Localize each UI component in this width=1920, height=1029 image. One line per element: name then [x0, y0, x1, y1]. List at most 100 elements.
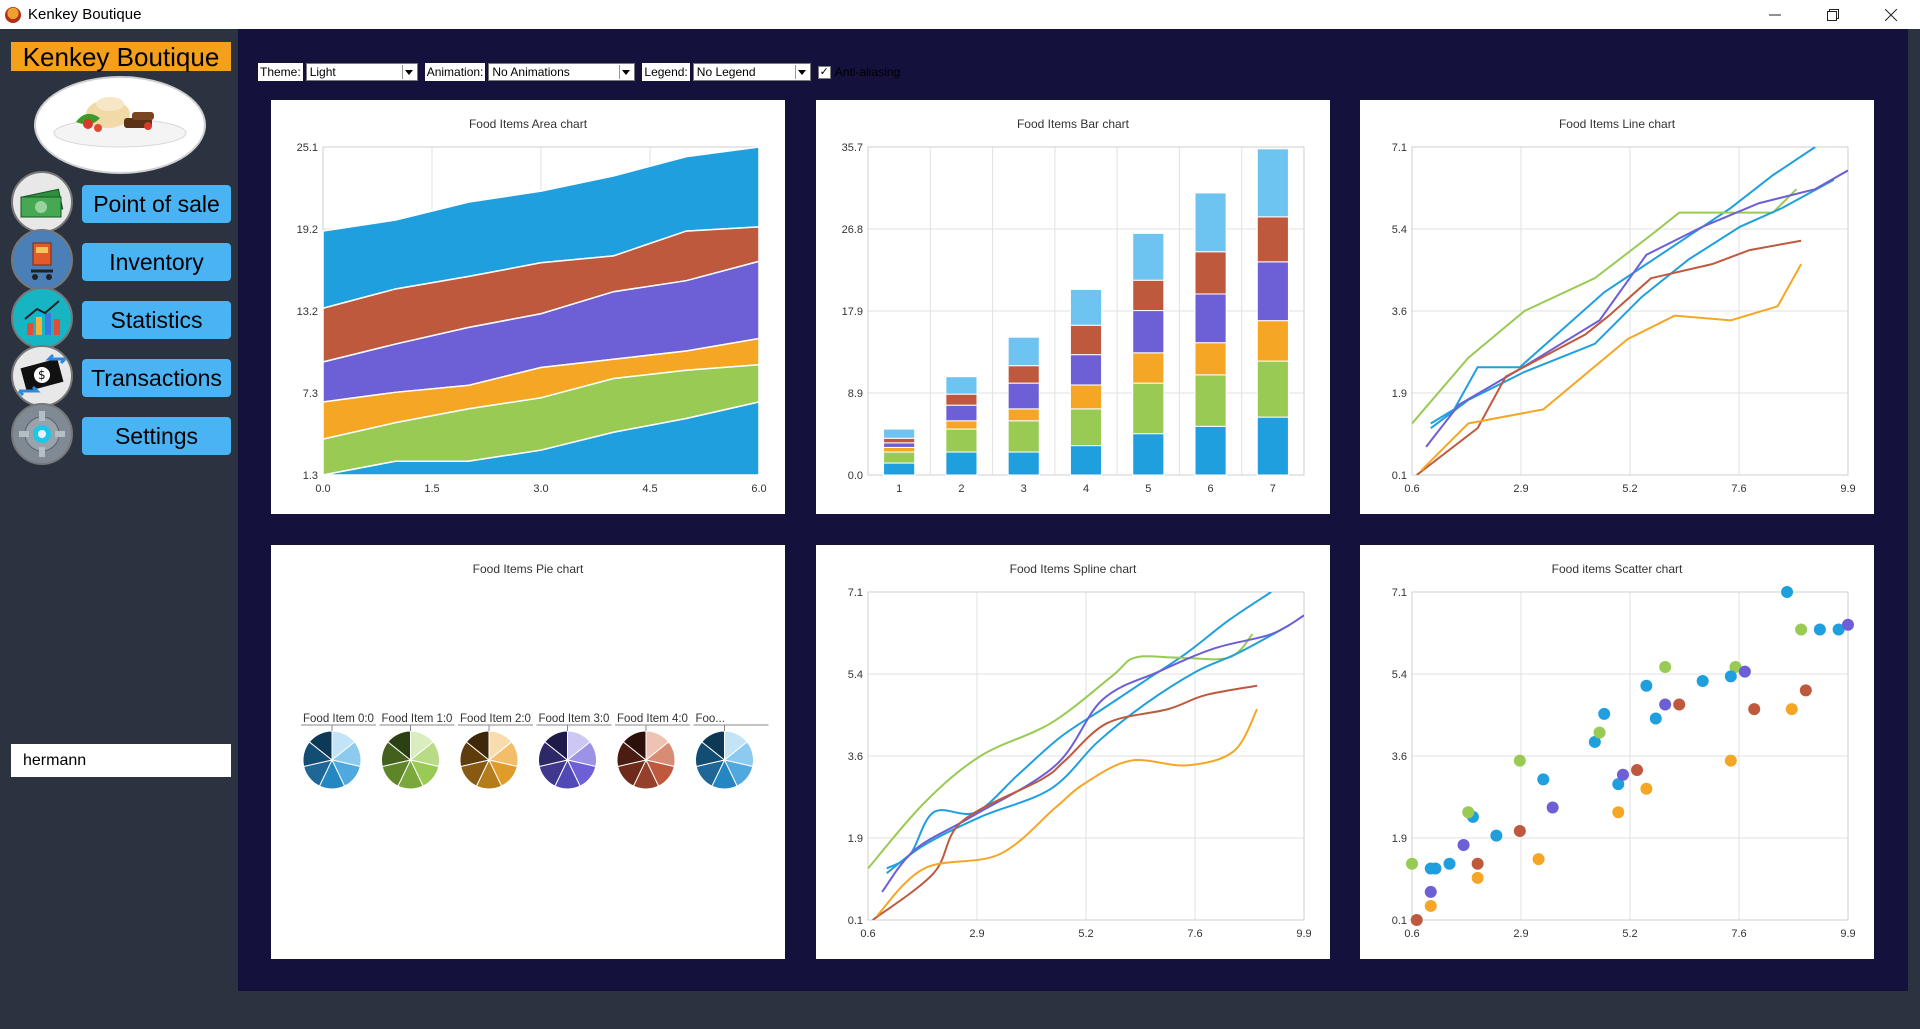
- x-tick-label: 0.0: [315, 483, 330, 495]
- scatter-point: [1457, 839, 1470, 852]
- bar-chart-panel: Food Items Bar chart 0.0 8.9 17.9 26.8 35.7 1 2…: [816, 100, 1330, 514]
- window-title: Kenkey Boutique: [28, 6, 142, 23]
- bar-segment: [883, 428, 916, 439]
- minimize-icon: [1769, 14, 1781, 15]
- y-tick-label: 5.4: [848, 669, 863, 681]
- line-series: [1430, 147, 1816, 425]
- window-controls: [1746, 0, 1920, 29]
- x-tick-label: 2.9: [969, 928, 984, 940]
- x-tick-label: 0.6: [860, 928, 875, 940]
- scatter-point: [1424, 885, 1437, 898]
- scatter-point: [1513, 824, 1526, 837]
- theme-select-value: Light: [309, 65, 336, 79]
- nav-label-inventory: Inventory: [82, 243, 231, 281]
- scatter-point: [1813, 623, 1826, 636]
- bar-segment: [1069, 384, 1103, 410]
- bar-segment: [1194, 425, 1227, 476]
- bar-segment: [945, 428, 978, 453]
- pie-label: Food Item 2:0: [460, 713, 531, 725]
- nav-settings[interactable]: Settings: [11, 403, 231, 465]
- legend-select-value: No Legend: [696, 65, 756, 79]
- x-tick-label: 7: [1270, 483, 1276, 495]
- x-tick-label: 9.9: [1296, 928, 1311, 940]
- bar-segment: [945, 393, 978, 406]
- y-tick-label: 1.9: [1392, 833, 1407, 845]
- y-tick-label: 7.1: [1392, 142, 1407, 154]
- theme-select[interactable]: Light: [305, 63, 418, 81]
- y-tick-label: 0.1: [848, 915, 863, 927]
- close-button[interactable]: [1862, 0, 1920, 29]
- bar-segment: [1194, 342, 1227, 376]
- x-tick-label: 3: [1021, 483, 1027, 495]
- nav-point-of-sale[interactable]: Point of sale: [11, 171, 231, 233]
- scatter-point: [1738, 665, 1751, 678]
- bar-chart: Food Items Bar chart 0.0 8.9 17.9 26.8 35.7 1 2…: [842, 117, 1305, 495]
- bar-segment: [1132, 382, 1165, 435]
- bar-segment: [1194, 293, 1227, 344]
- food-plate-logo: [34, 76, 206, 174]
- restore-icon: [1827, 8, 1839, 21]
- y-tick-label: 7.3: [303, 388, 318, 400]
- brand-title: Kenkey Boutique: [11, 42, 231, 72]
- pie-label: Foo...: [696, 713, 725, 725]
- animation-select[interactable]: No Animations: [488, 63, 636, 81]
- bar-segment: [1256, 216, 1289, 263]
- bar-segment: [1132, 232, 1165, 281]
- x-tick-label: 1.5: [424, 483, 439, 495]
- x-tick-label: 2.9: [1513, 483, 1528, 495]
- bar-segment: [1194, 374, 1227, 427]
- scatter-point: [1799, 684, 1812, 697]
- chart-title: Food Items Spline chart: [1010, 562, 1137, 576]
- nav-transactions[interactable]: $ Transactions: [11, 345, 231, 407]
- scatter-point: [1443, 857, 1456, 870]
- bar-segment: [1069, 408, 1103, 447]
- animation-label: Animation:: [424, 63, 486, 81]
- restore-button[interactable]: [1804, 0, 1862, 29]
- scatter-point: [1724, 670, 1737, 683]
- scatter-point: [1471, 871, 1484, 884]
- scatter-point: [1659, 698, 1672, 711]
- bar-segment: [1069, 288, 1103, 326]
- bar-segment: [1007, 382, 1040, 410]
- scatter-point: [1410, 914, 1423, 926]
- sidebar: Kenkey Boutique Point of sale Inventory …: [0, 29, 236, 1029]
- line-series: [1416, 239, 1802, 475]
- scatter-point: [1471, 857, 1484, 870]
- scatter-point: [1462, 806, 1475, 819]
- charts-area: Theme: Light Animation: No Animations Le…: [238, 29, 1908, 991]
- x-tick-label: 9.9: [1840, 928, 1855, 940]
- y-tick-label: 1.9: [1392, 388, 1407, 400]
- line-series: [886, 623, 1291, 874]
- bar-segment: [1007, 365, 1040, 384]
- status-strip: [238, 991, 1920, 1029]
- minimize-button[interactable]: [1746, 0, 1804, 29]
- x-tick-label: 4.5: [642, 483, 657, 495]
- money-icon: [11, 171, 73, 233]
- legend-label: Legend:: [642, 63, 690, 81]
- y-tick-label: 5.4: [1392, 224, 1407, 236]
- chart-title: Food Items Bar chart: [1017, 117, 1130, 131]
- scatter-point: [1696, 675, 1709, 688]
- transfer-icon: $: [11, 345, 73, 407]
- antialias-checkbox[interactable]: ✓: [817, 65, 831, 79]
- scatter-point: [1795, 623, 1808, 636]
- x-tick-label: 5: [1145, 483, 1151, 495]
- area-chart-panel: Food Items Area chart 1.3 7.3 13.2 19.2 25.1 0…: [271, 100, 785, 514]
- legend-select[interactable]: No Legend: [692, 63, 811, 81]
- bar-segment: [883, 451, 916, 464]
- x-tick-label: 9.9: [1840, 483, 1855, 495]
- chart-title: Food Items Pie chart: [473, 562, 584, 576]
- nav-statistics[interactable]: Statistics: [11, 287, 231, 349]
- username-field[interactable]: [11, 744, 231, 777]
- bar-segment: [1132, 279, 1165, 312]
- cart-icon: [11, 229, 73, 291]
- scatter-point: [1785, 703, 1798, 716]
- scatter-point: [1631, 764, 1644, 777]
- x-tick-label: 5.2: [1622, 928, 1637, 940]
- y-tick-label: 17.9: [842, 306, 863, 318]
- nav-label-statistics: Statistics: [82, 301, 231, 339]
- bar-segment: [1007, 408, 1040, 422]
- title-bar: Kenkey Boutique: [0, 0, 1920, 29]
- nav-inventory[interactable]: Inventory: [11, 229, 231, 291]
- pie-label: Food Item 1:0: [382, 713, 453, 725]
